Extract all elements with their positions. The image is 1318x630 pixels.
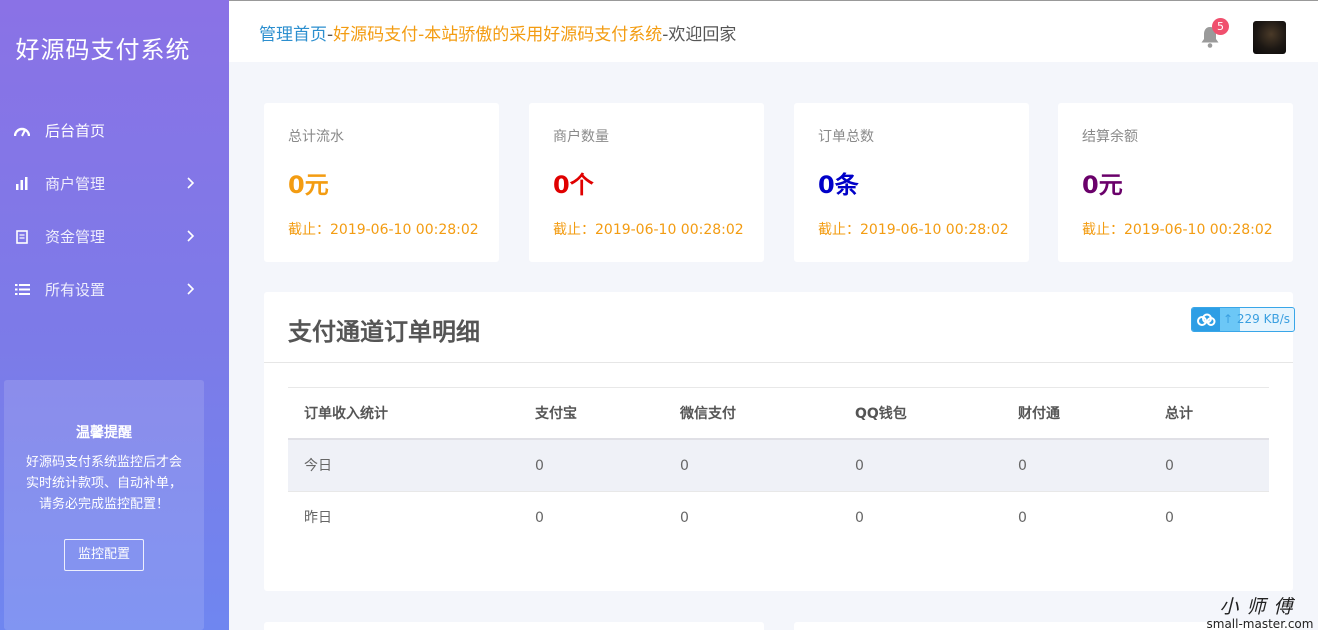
column-header: QQ钱包 bbox=[855, 406, 907, 422]
sidebar-item-dashboard[interactable]: 后台首页 bbox=[0, 104, 229, 157]
stat-value: 0元 bbox=[1082, 171, 1123, 199]
stat-date: 截止：2019-06-10 00:28:02 bbox=[288, 222, 479, 238]
chevron-right-icon bbox=[187, 283, 195, 295]
breadcrumb: 管理首页-好源码支付-本站骄傲的采用好源码支付系统-欢迎回家 bbox=[259, 20, 736, 45]
speed-value: 229 KB/s bbox=[1236, 312, 1290, 326]
avatar[interactable] bbox=[1253, 21, 1286, 54]
orders-table: 订单收入统计 支付宝 微信支付 QQ钱包 财付通 总计 今日 0 0 0 0 0… bbox=[288, 387, 1269, 544]
stat-value: 0元 bbox=[288, 171, 329, 199]
column-header: 订单收入统计 bbox=[304, 406, 388, 422]
bar-chart-icon bbox=[14, 176, 30, 192]
stat-card-orders: 订单总数 0条 截止：2019-06-10 00:28:02 bbox=[794, 103, 1029, 262]
notice-box: 温馨提醒 好源码支付系统监控后才会实时统计款项、自动补单，请务必完成监控配置！ … bbox=[4, 380, 204, 630]
speed-text: ↑ 229 KB/s bbox=[1223, 312, 1290, 326]
monitor-config-button[interactable]: 监控配置 bbox=[63, 539, 144, 571]
notification-badge: 5 bbox=[1212, 18, 1229, 35]
divider bbox=[264, 362, 1293, 363]
table-cell: 0 bbox=[1165, 458, 1174, 474]
column-header: 财付通 bbox=[1018, 406, 1060, 422]
bottom-card bbox=[264, 622, 764, 630]
table-row: 昨日 0 0 0 0 0 bbox=[288, 492, 1269, 544]
network-speed-widget[interactable]: ↑ 229 KB/s bbox=[1191, 307, 1295, 332]
watermark-cn: 小师傅 bbox=[1219, 596, 1301, 618]
column-header: 支付宝 bbox=[535, 406, 577, 422]
document-icon bbox=[14, 229, 30, 245]
dashboard-icon bbox=[14, 123, 30, 139]
table-cell: 0 bbox=[1165, 510, 1174, 526]
watermark-en: small-master.com bbox=[1206, 617, 1314, 630]
top-bar: 管理首页-好源码支付-本站骄傲的采用好源码支付系统-欢迎回家 5 bbox=[229, 0, 1318, 62]
panel-title: 支付通道订单明细 bbox=[288, 318, 480, 346]
stat-date: 截止：2019-06-10 00:28:02 bbox=[818, 222, 1009, 238]
table-cell: 0 bbox=[855, 458, 864, 474]
sidebar-nav: 后台首页 商户管理 资金管理 所有设置 bbox=[0, 104, 229, 316]
list-icon bbox=[14, 282, 30, 298]
channel-orders-panel: 支付通道订单明细 订单收入统计 支付宝 微信支付 QQ钱包 财付通 总计 今日 … bbox=[264, 292, 1293, 591]
stat-label: 商户数量 bbox=[553, 129, 609, 145]
table-cell: 0 bbox=[535, 458, 544, 474]
table-cell: 0 bbox=[535, 510, 544, 526]
chevron-right-icon bbox=[187, 230, 195, 242]
stat-card-merchants: 商户数量 0个 截止：2019-06-10 00:28:02 bbox=[529, 103, 764, 262]
table-cell: 0 bbox=[1018, 510, 1027, 526]
cloud-upload-icon bbox=[1192, 308, 1220, 331]
chevron-right-icon bbox=[187, 177, 195, 189]
sidebar-item-label: 商户管理 bbox=[45, 175, 106, 193]
stat-label: 订单总数 bbox=[818, 129, 874, 145]
sidebar-item-label: 后台首页 bbox=[45, 122, 106, 140]
stat-card-balance: 结算余额 0元 截止：2019-06-10 00:28:02 bbox=[1058, 103, 1293, 262]
breadcrumb-site: 好源码支付-本站骄傲的采用好源码支付系统 bbox=[333, 25, 663, 45]
column-header: 微信支付 bbox=[680, 406, 736, 422]
table-cell: 0 bbox=[1018, 458, 1027, 474]
sidebar-item-label: 所有设置 bbox=[45, 281, 106, 299]
table-cell: 昨日 bbox=[304, 510, 332, 526]
table-cell: 0 bbox=[680, 510, 689, 526]
sidebar-item-funds[interactable]: 资金管理 bbox=[0, 210, 229, 263]
table-header-row: 订单收入统计 支付宝 微信支付 QQ钱包 财付通 总计 bbox=[288, 387, 1269, 440]
sidebar: 好源码支付系统 后台首页 商户管理 资金管理 所有设置 温馨提醒 好源码支付系统… bbox=[0, 0, 229, 630]
table-row: 今日 0 0 0 0 0 bbox=[288, 440, 1269, 492]
stat-label: 结算余额 bbox=[1082, 129, 1138, 145]
stat-date: 截止：2019-06-10 00:28:02 bbox=[553, 222, 744, 238]
table-cell: 今日 bbox=[304, 458, 332, 474]
column-header: 总计 bbox=[1165, 406, 1193, 422]
stat-value: 0条 bbox=[818, 171, 859, 199]
notice-title: 温馨提醒 bbox=[76, 425, 132, 441]
sidebar-item-label: 资金管理 bbox=[45, 228, 106, 246]
stat-date: 截止：2019-06-10 00:28:02 bbox=[1082, 222, 1273, 238]
stat-label: 总计流水 bbox=[288, 129, 344, 145]
breadcrumb-welcome: 欢迎回家 bbox=[668, 25, 737, 45]
brand-title: 好源码支付系统 bbox=[15, 36, 191, 64]
breadcrumb-home[interactable]: 管理首页 bbox=[259, 25, 327, 45]
notice-text: 好源码支付系统监控后才会实时统计款项、自动补单，请务必完成监控配置！ bbox=[25, 455, 182, 512]
table-cell: 0 bbox=[855, 510, 864, 526]
sidebar-item-settings[interactable]: 所有设置 bbox=[0, 263, 229, 316]
sidebar-item-merchants[interactable]: 商户管理 bbox=[0, 157, 229, 210]
stat-card-total-flow: 总计流水 0元 截止：2019-06-10 00:28:02 bbox=[264, 103, 499, 262]
watermark: 小师傅 small-master.com bbox=[1206, 592, 1314, 630]
table-cell: 0 bbox=[680, 458, 689, 474]
stat-value: 0个 bbox=[553, 171, 594, 199]
